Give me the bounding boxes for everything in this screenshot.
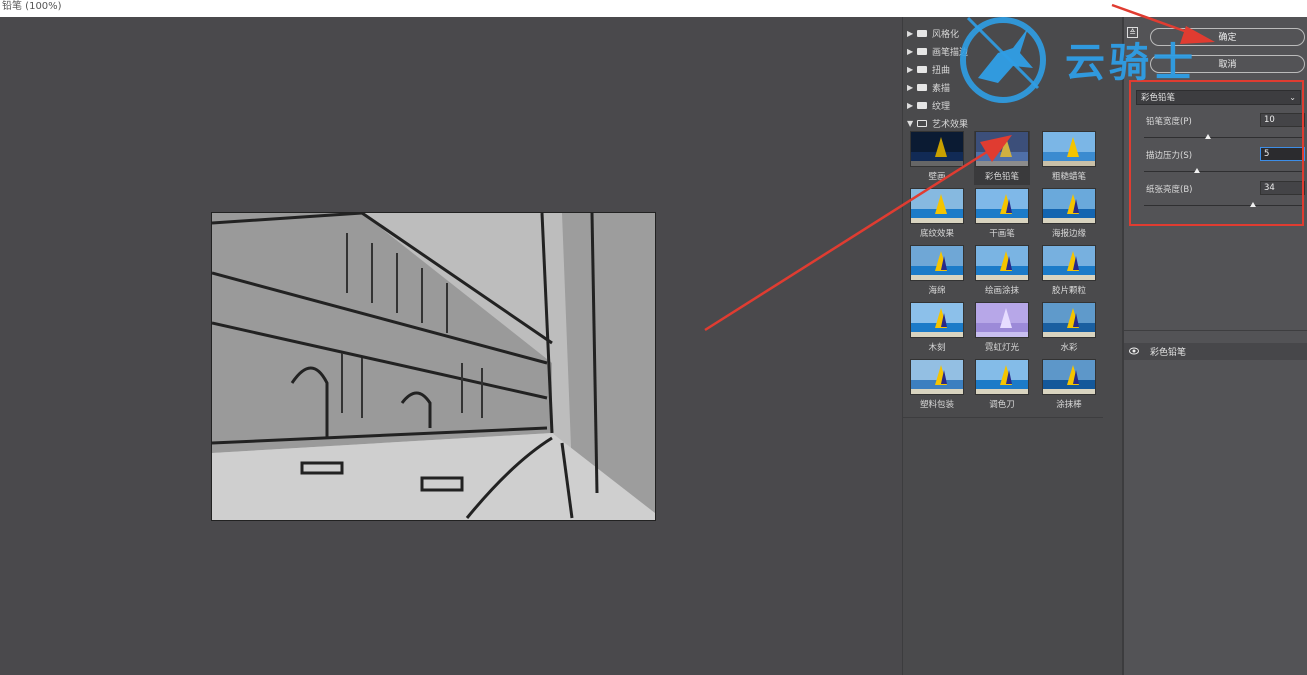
filter-thumb-colored-pencil[interactable]: 彩色铅笔	[974, 131, 1030, 185]
filter-label: 胶片颗粒	[1051, 286, 1086, 296]
panel-divider	[1124, 330, 1307, 331]
folder-open-icon	[917, 119, 927, 127]
filter-label: 绘画涂抹	[984, 286, 1019, 296]
filter-browser: ▶ 风格化 ▶ 画笔描边 ▶ 扭曲 ▶ 素描 ▶ 纹理 ▼ 艺术效果 壁画 彩色…	[902, 17, 1125, 675]
filter-thumb-smudge-stick[interactable]: 涂抹棒	[1041, 359, 1097, 410]
thumb-image	[910, 188, 964, 224]
filter-label: 海报边缘	[1051, 229, 1086, 239]
filter-thumb-sponge[interactable]: 海绵	[909, 245, 965, 296]
folder-label: 素描	[932, 83, 951, 94]
chevron-right-icon: ▶	[907, 28, 914, 38]
effect-layer-label: 彩色铅笔	[1150, 348, 1187, 358]
settings-panel: ≙ 确定 取消 彩色铅笔 ⌄ 铅笔宽度(P) 10 描边压力(S) 5 纸张亮度…	[1124, 17, 1307, 675]
filter-label: 霓虹灯光	[984, 343, 1019, 353]
folder-label: 风格化	[932, 29, 960, 40]
chevron-right-icon: ▶	[907, 82, 914, 92]
chevron-down-icon: ▼	[907, 118, 914, 128]
filter-thumb-underpainting[interactable]: 底纹效果	[909, 188, 965, 239]
filter-thumb-fresco[interactable]: 壁画	[909, 131, 965, 182]
chevron-right-icon: ▶	[907, 100, 914, 110]
thumb-image	[1042, 245, 1096, 281]
chevron-right-icon: ▶	[907, 64, 914, 74]
thumb-image	[1042, 359, 1096, 395]
filter-thumb-film-grain[interactable]: 胶片颗粒	[1041, 245, 1097, 296]
filter-label: 塑料包装	[919, 400, 954, 410]
folder-label: 纹理	[932, 101, 951, 112]
filter-thumb-watercolor[interactable]: 水彩	[1041, 302, 1097, 353]
folder-label: 艺术效果	[932, 119, 969, 130]
highlight-box	[1129, 80, 1304, 226]
eye-icon[interactable]	[1129, 347, 1139, 355]
filter-label: 木刻	[928, 343, 946, 353]
folder-icon	[917, 29, 927, 37]
thumb-image	[1042, 188, 1096, 224]
filter-thumb-paint-daubs[interactable]: 绘画涂抹	[974, 245, 1030, 296]
folder-icon	[917, 65, 927, 73]
filter-label: 粗糙蜡笔	[1051, 172, 1086, 182]
thumb-image	[910, 359, 964, 395]
filter-thumb-poster-edges[interactable]: 海报边缘	[1041, 188, 1097, 239]
browser-divider	[903, 417, 1103, 418]
knight-logo-icon	[960, 16, 1046, 103]
filter-label: 壁画	[928, 172, 946, 182]
filter-label: 干画笔	[989, 229, 1015, 239]
filter-thumb-dry-brush[interactable]: 干画笔	[974, 188, 1030, 239]
folder-sketch[interactable]: ▶ 素描	[907, 79, 950, 95]
thumb-image	[1042, 131, 1096, 167]
thumb-image	[975, 245, 1029, 281]
thumb-image	[975, 188, 1029, 224]
effect-layer-row[interactable]: 彩色铅笔	[1124, 343, 1307, 360]
thumb-image	[910, 302, 964, 338]
filter-label: 水彩	[1060, 343, 1078, 353]
watermark-text: 云骑士	[1065, 40, 1197, 86]
filter-thumb-rough-pastels[interactable]: 粗糙蜡笔	[1041, 131, 1097, 182]
thumb-image	[910, 131, 964, 167]
filter-thumb-palette-knife[interactable]: 调色刀	[974, 359, 1030, 410]
chevron-right-icon: ▶	[907, 46, 914, 56]
folder-icon	[917, 83, 927, 91]
filter-thumb-cutout[interactable]: 木刻	[909, 302, 965, 353]
filter-label: 海绵	[928, 286, 946, 296]
folder-label: 扭曲	[932, 65, 951, 76]
folder-stylize[interactable]: ▶ 风格化	[907, 25, 959, 41]
thumb-image	[975, 359, 1029, 395]
thumb-image	[975, 302, 1029, 338]
thumb-image	[1042, 302, 1096, 338]
thumb-image	[975, 131, 1029, 167]
window-title: 铅笔 (100%)	[0, 0, 1307, 17]
filter-label: 涂抹棒	[1056, 400, 1082, 410]
preview-image	[211, 212, 656, 521]
thumb-image	[910, 245, 964, 281]
filter-label: 调色刀	[989, 400, 1015, 410]
filter-thumb-neon-glow[interactable]: 霓虹灯光	[974, 302, 1030, 353]
folder-artistic[interactable]: ▼ 艺术效果	[907, 115, 968, 131]
folder-distort[interactable]: ▶ 扭曲	[907, 61, 950, 77]
filter-label: 彩色铅笔	[984, 172, 1019, 182]
folder-texture[interactable]: ▶ 纹理	[907, 97, 950, 113]
filter-thumb-plastic-wrap[interactable]: 塑料包装	[909, 359, 965, 410]
filter-label: 底纹效果	[919, 229, 954, 239]
preview-area[interactable]	[0, 17, 902, 675]
folder-icon	[917, 47, 927, 55]
folder-icon	[917, 101, 927, 109]
